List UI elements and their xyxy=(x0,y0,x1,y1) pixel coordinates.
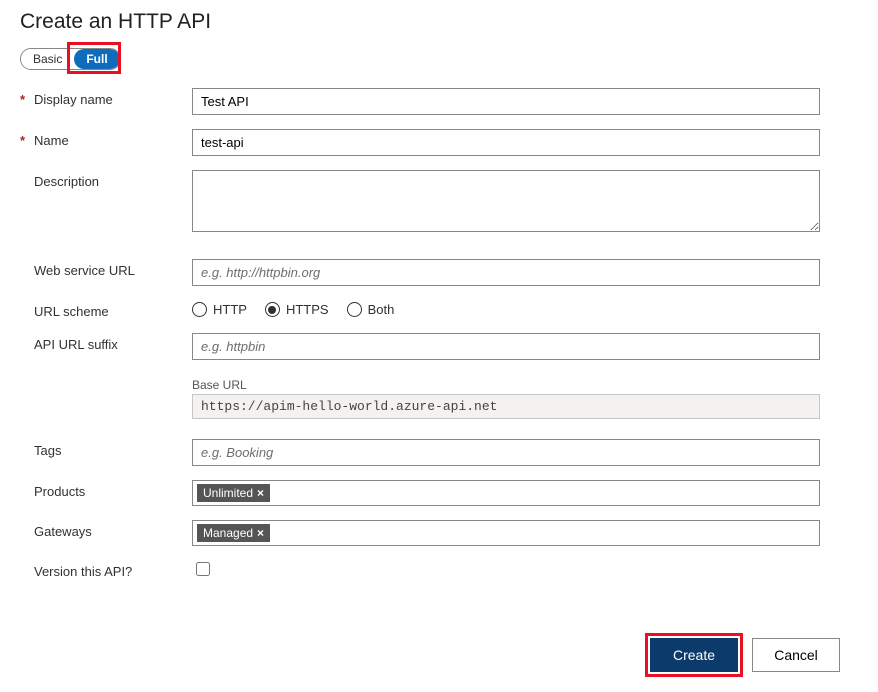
radio-icon xyxy=(265,302,280,317)
label-gateways: Gateways xyxy=(34,524,92,539)
label-products: Products xyxy=(34,484,85,499)
cancel-button[interactable]: Cancel xyxy=(752,638,840,672)
radio-icon xyxy=(192,302,207,317)
version-checkbox[interactable] xyxy=(196,562,210,576)
close-icon[interactable]: × xyxy=(257,526,264,540)
label-tags: Tags xyxy=(34,443,61,458)
page-title: Create an HTTP API xyxy=(20,10,858,34)
display-name-input[interactable] xyxy=(192,88,820,115)
base-url-display: https://apim-hello-world.azure-api.net xyxy=(192,394,820,419)
name-input[interactable] xyxy=(192,129,820,156)
label-name: Name xyxy=(34,133,69,148)
product-chip-unlimited: Unlimited × xyxy=(197,484,270,502)
label-api-url-suffix: API URL suffix xyxy=(34,337,118,352)
api-url-suffix-input[interactable] xyxy=(192,333,820,360)
create-button[interactable]: Create xyxy=(650,638,738,672)
tags-input[interactable] xyxy=(192,439,820,466)
chip-label: Unlimited xyxy=(203,486,253,500)
close-icon[interactable]: × xyxy=(257,486,264,500)
radio-both-label: Both xyxy=(368,302,395,317)
radio-https[interactable]: HTTPS xyxy=(265,302,329,317)
label-description: Description xyxy=(34,174,99,189)
products-input[interactable]: Unlimited × xyxy=(192,480,820,506)
label-web-service-url: Web service URL xyxy=(34,263,135,278)
radio-https-label: HTTPS xyxy=(286,302,329,317)
radio-http-label: HTTP xyxy=(213,302,247,317)
view-toggle: Basic Full xyxy=(20,48,121,70)
gateways-input[interactable]: Managed × xyxy=(192,520,820,546)
toggle-full[interactable]: Full xyxy=(74,49,119,69)
label-display-name: Display name xyxy=(34,92,113,107)
url-scheme-group: HTTP HTTPS Both xyxy=(192,300,820,317)
radio-http[interactable]: HTTP xyxy=(192,302,247,317)
radio-both[interactable]: Both xyxy=(347,302,395,317)
gateway-chip-managed: Managed × xyxy=(197,524,270,542)
radio-icon xyxy=(347,302,362,317)
label-base-url: Base URL xyxy=(192,378,820,392)
toggle-basic[interactable]: Basic xyxy=(21,49,74,69)
chip-label: Managed xyxy=(203,526,253,540)
description-input[interactable] xyxy=(192,170,820,232)
label-url-scheme: URL scheme xyxy=(34,304,109,319)
web-service-url-input[interactable] xyxy=(192,259,820,286)
label-version: Version this API? xyxy=(34,564,132,579)
